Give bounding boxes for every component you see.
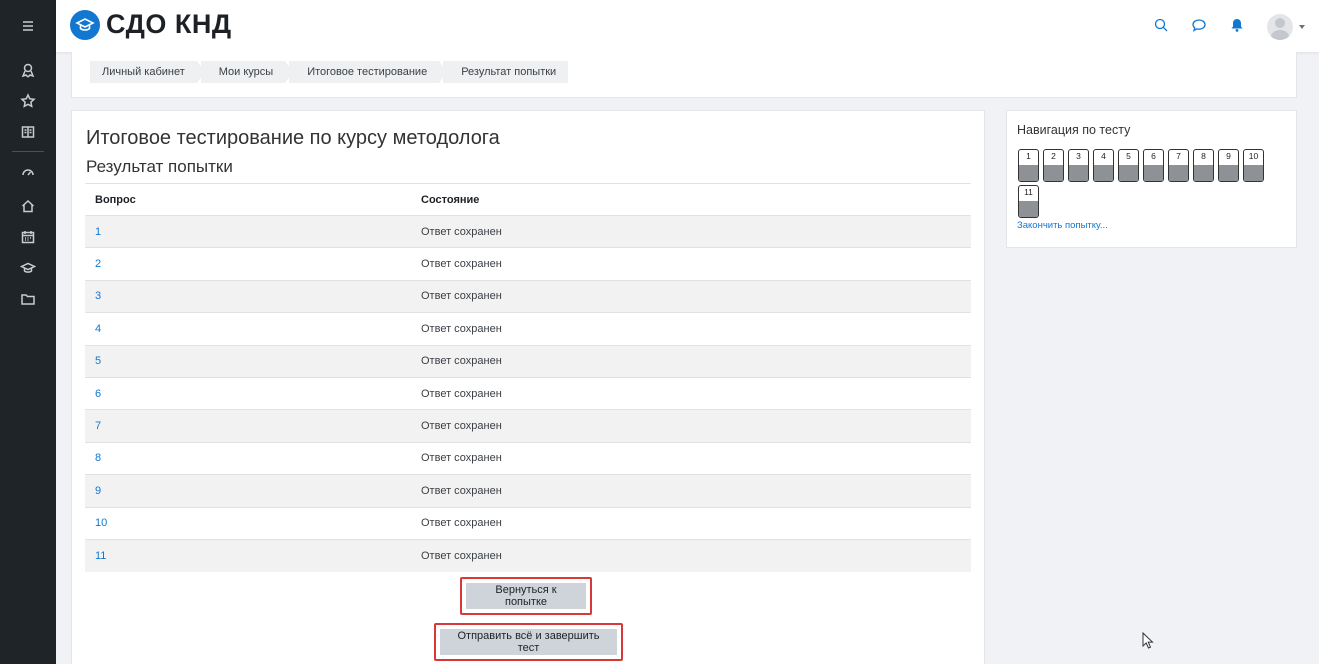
question-status: Ответ сохранен: [411, 279, 971, 313]
mouse-cursor-icon: [1142, 631, 1154, 655]
table-row: 9 Ответ сохранен: [85, 474, 971, 508]
quiz-nav-question-number: 11: [1024, 187, 1033, 197]
question-status: Ответ сохранен: [411, 214, 971, 248]
table-row: 1 Ответ сохранен: [85, 214, 971, 248]
quiz-navigation-grid: 1 2 3 4 5 6 7 8 9 10 11: [1018, 149, 1268, 218]
table-row: 11 Ответ сохранен: [85, 538, 971, 572]
return-button-highlight: Вернуться к попытке: [460, 577, 592, 615]
dashboard-icon[interactable]: [0, 156, 56, 188]
book-icon[interactable]: [0, 116, 56, 148]
question-status: Ответ сохранен: [411, 538, 971, 572]
table-row: 3 Ответ сохранен: [85, 279, 971, 313]
quiz-nav-question-button[interactable]: 7: [1168, 149, 1189, 182]
quiz-nav-question-button[interactable]: 4: [1093, 149, 1114, 182]
finish-attempt-link[interactable]: Закончить попытку...: [1017, 220, 1108, 231]
star-icon[interactable]: [0, 85, 56, 117]
quiz-nav-question-number: 7: [1176, 151, 1181, 161]
question-link[interactable]: 2: [95, 258, 101, 270]
top-header: СДО КНД: [56, 0, 1319, 52]
breadcrumb-item-final-test[interactable]: Итоговое тестирование: [289, 61, 448, 83]
question-link[interactable]: 1: [95, 226, 101, 238]
question-link[interactable]: 4: [95, 323, 101, 335]
quiz-nav-question-button[interactable]: 9: [1218, 149, 1239, 182]
breadcrumb-item-my-courses[interactable]: Мои курсы: [200, 61, 294, 83]
badge-icon[interactable]: [0, 54, 56, 86]
question-link[interactable]: 9: [95, 485, 101, 497]
attempt-summary-card: Итоговое тестирование по курсу методолог…: [71, 110, 985, 664]
question-status: Ответ сохранен: [411, 474, 971, 508]
quiz-nav-question-button[interactable]: 6: [1143, 149, 1164, 182]
quiz-navigation-card: Навигация по тесту 1 2 3 4 5 6 7 8 9 10 …: [1006, 110, 1297, 248]
breadcrumb-card: Личный кабинет Мои курсы Итоговое тестир…: [71, 52, 1297, 98]
table-row: 6 Ответ сохранен: [85, 376, 971, 410]
column-header-question: Вопрос: [85, 183, 411, 216]
table-row: 5 Ответ сохранен: [85, 344, 971, 378]
quiz-nav-question-button[interactable]: 5: [1118, 149, 1139, 182]
page-subtitle: Результат попытки: [86, 157, 233, 176]
question-status: Ответ сохранен: [411, 409, 971, 443]
breadcrumb-item-dashboard[interactable]: Личный кабинет: [90, 61, 205, 83]
quiz-nav-question-button[interactable]: 1: [1018, 149, 1039, 182]
quiz-nav-question-button[interactable]: 2: [1043, 149, 1064, 182]
return-to-attempt-button[interactable]: Вернуться к попытке: [466, 583, 586, 609]
column-header-status: Состояние: [411, 183, 971, 216]
notifications-icon[interactable]: [1229, 17, 1245, 38]
question-status: Ответ сохранен: [411, 441, 971, 475]
question-link[interactable]: 3: [95, 290, 101, 302]
question-link[interactable]: 6: [95, 388, 101, 400]
graduation-cap-logo-icon: [70, 9, 100, 40]
submit-button-highlight: Отправить всё и завершить тест: [434, 623, 623, 661]
question-status-table: Вопрос Состояние 1 Ответ сохранен 2 Отве…: [85, 183, 971, 572]
messages-icon[interactable]: [1191, 17, 1207, 38]
quiz-nav-question-button[interactable]: 10: [1243, 149, 1264, 182]
question-status: Ответ сохранен: [411, 376, 971, 410]
quiz-nav-question-number: 4: [1101, 151, 1106, 161]
search-icon[interactable]: [1153, 17, 1169, 38]
breadcrumb-item-attempt-summary: Результат попытки: [443, 61, 569, 83]
table-row: 4 Ответ сохранен: [85, 312, 971, 346]
quiz-nav-question-number: 10: [1248, 151, 1259, 161]
quiz-nav-question-number: 6: [1151, 151, 1156, 161]
quiz-nav-question-button[interactable]: 3: [1068, 149, 1089, 182]
question-link[interactable]: 11: [95, 550, 106, 562]
question-link[interactable]: 10: [95, 517, 107, 529]
calendar-icon[interactable]: [0, 221, 56, 253]
user-avatar[interactable]: [1267, 14, 1293, 40]
table-row: 8 Ответ сохранен: [85, 441, 971, 475]
question-status: Ответ сохранен: [411, 344, 971, 378]
header-actions: [1153, 14, 1305, 40]
table-row: 10 Ответ сохранен: [85, 506, 971, 540]
quiz-nav-question-button[interactable]: 11: [1018, 185, 1039, 218]
quiz-nav-question-button[interactable]: 8: [1193, 149, 1214, 182]
brand-name: СДО КНД: [106, 9, 232, 39]
brand[interactable]: СДО КНД: [70, 9, 232, 40]
question-link[interactable]: 5: [95, 355, 101, 367]
question-link[interactable]: 7: [95, 420, 101, 432]
quiz-nav-question-number: 1: [1026, 151, 1031, 161]
quiz-nav-question-number: 5: [1126, 151, 1131, 161]
quiz-nav-question-number: 9: [1226, 151, 1231, 161]
left-sidebar: [0, 0, 56, 664]
breadcrumb: Личный кабинет Мои курсы Итоговое тестир…: [90, 61, 572, 83]
table-row: 2 Ответ сохранен: [85, 247, 971, 281]
home-icon[interactable]: [0, 190, 56, 222]
quiz-nav-question-number: 3: [1076, 151, 1081, 161]
quiz-nav-question-number: 8: [1201, 151, 1206, 161]
question-status: Ответ сохранен: [411, 506, 971, 540]
folder-icon[interactable]: [0, 283, 56, 315]
chevron-down-icon[interactable]: [1299, 25, 1305, 29]
question-status: Ответ сохранен: [411, 247, 971, 281]
submit-and-finish-button[interactable]: Отправить всё и завершить тест: [440, 629, 617, 655]
question-status: Ответ сохранен: [411, 312, 971, 346]
menu-icon[interactable]: [0, 10, 56, 42]
question-link[interactable]: 8: [95, 452, 101, 464]
table-row: 7 Ответ сохранен: [85, 409, 971, 443]
quiz-navigation-title: Навигация по тесту: [1017, 123, 1131, 137]
courses-icon[interactable]: [0, 252, 56, 284]
quiz-nav-question-number: 2: [1051, 151, 1056, 161]
page-title: Итоговое тестирование по курсу методолог…: [86, 127, 500, 149]
